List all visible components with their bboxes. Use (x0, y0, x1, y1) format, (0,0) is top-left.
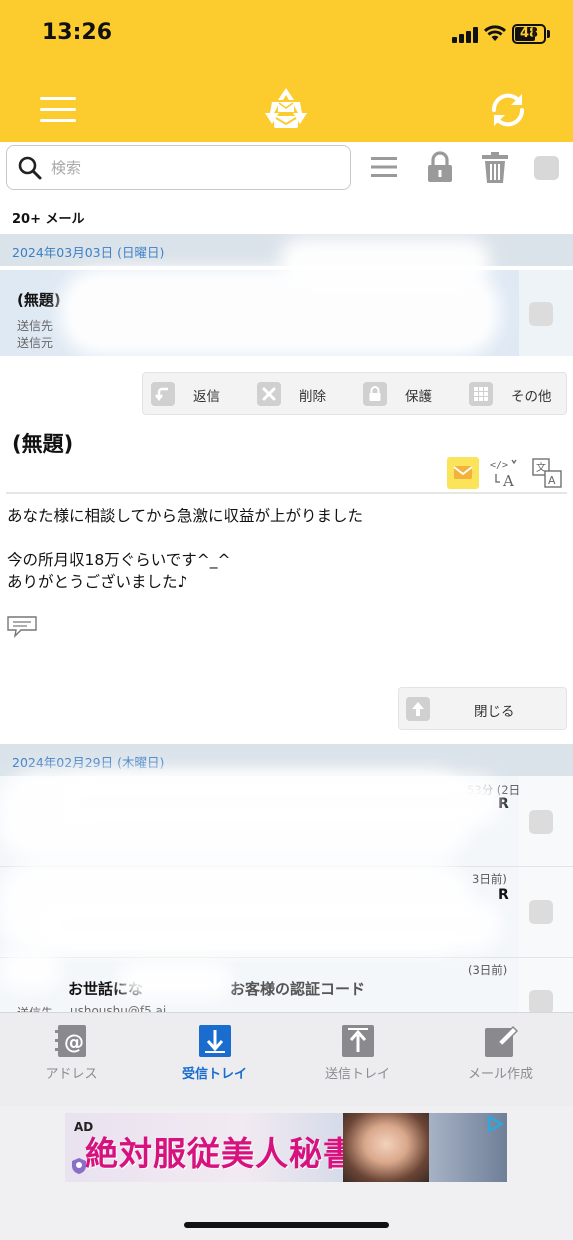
mail-to-label: 送信先 (17, 319, 54, 333)
ad-choices-icon[interactable] (486, 1115, 504, 1133)
search-icon (18, 156, 42, 180)
app-header: 13:26 48 48 (0, 0, 573, 142)
message-body: あなた様に相談してから急激に収益が上がりました 今の所月収18万ぐらいです^_^… (7, 507, 364, 591)
tab-inbox[interactable]: 受信トレイ (143, 1019, 286, 1099)
search-input[interactable] (51, 154, 341, 182)
redaction (40, 900, 500, 950)
menu-icon[interactable] (40, 97, 78, 123)
mail-count: 20+ メール (12, 212, 85, 227)
tab-outbox-label: 送信トレイ (324, 1067, 390, 1082)
message-action-bar: 返信 削除 保護 その他 (142, 372, 567, 415)
comment-icon[interactable] (7, 614, 37, 638)
status-time: 13:26 (42, 20, 113, 45)
close-label: 閉じる (474, 704, 515, 720)
ad-image (343, 1113, 429, 1182)
protect-label: 保護 (405, 389, 432, 405)
tab-inbox-label: 受信トレイ (181, 1067, 247, 1082)
more-label: その他 (511, 389, 552, 405)
source-code-icon[interactable]: </> A (488, 456, 522, 490)
redaction (120, 962, 230, 998)
svg-text:A: A (502, 472, 514, 490)
wifi-icon (484, 25, 506, 41)
mail-from-label: 送信元 (17, 336, 54, 350)
cellular-signal-icon (452, 27, 478, 43)
redaction (0, 950, 60, 990)
recycle-logo-icon (265, 88, 307, 128)
mail-subject-end: お客様の認証コード (230, 980, 366, 998)
date-header-label: 2024年02月29日 (木曜日) (12, 755, 165, 770)
tab-outbox[interactable]: 送信トレイ (286, 1019, 429, 1099)
shield-icon (72, 1158, 86, 1174)
inbox-icon (199, 1025, 231, 1057)
delete-label: 削除 (299, 389, 326, 405)
reply-icon (151, 382, 175, 406)
address-book-icon: @ (55, 1025, 86, 1057)
mail-time: 3日前) (472, 872, 507, 886)
mail-subject: (無題) (17, 291, 61, 309)
search-box[interactable] (6, 145, 351, 190)
ad-headline: 絶対服従美人秘書 (85, 1134, 357, 1173)
grid-icon (469, 382, 493, 406)
tab-address[interactable]: @ アドレス (0, 1019, 143, 1099)
message-title: (無題) (12, 432, 74, 456)
row-checkbox[interactable] (529, 302, 553, 326)
battery-icon: 48 48 (512, 24, 546, 44)
outbox-icon (342, 1025, 374, 1057)
select-all-checkbox[interactable] (534, 156, 559, 180)
date-header-label: 2024年03月03日 (日曜日) (12, 245, 165, 260)
tab-compose[interactable]: メール作成 (429, 1019, 572, 1099)
list-icon[interactable] (368, 150, 400, 184)
message-divider (6, 492, 567, 494)
tab-bar: @ アドレス 受信トレイ 送信トレイ メール作成 (0, 1012, 573, 1106)
mail-header-icon[interactable] (446, 456, 480, 490)
redaction (280, 238, 490, 284)
reply-label: 返信 (193, 389, 220, 405)
trash-icon[interactable] (479, 150, 511, 184)
delete-icon (257, 382, 281, 406)
tab-compose-label: メール作成 (467, 1067, 533, 1082)
ad-banner[interactable]: AD 絶対服従美人秘書 (65, 1113, 507, 1182)
translate-icon[interactable]: 文 A (530, 456, 564, 490)
lock-icon[interactable] (424, 150, 456, 184)
close-button[interactable]: 閉じる (398, 687, 567, 730)
refresh-icon[interactable] (486, 88, 530, 132)
mail-time: (3日前) (468, 963, 508, 977)
arrow-up-icon (406, 697, 430, 721)
compose-icon (485, 1025, 519, 1057)
home-indicator (184, 1222, 389, 1228)
tab-address-label: アドレス (45, 1067, 98, 1082)
redaction (60, 776, 500, 826)
mail-subject-trail: R (498, 887, 509, 903)
row-checkbox[interactable] (529, 810, 553, 834)
svg-text:@: @ (64, 1030, 84, 1054)
svg-text:</>: </> (490, 460, 508, 471)
lock-icon (363, 382, 387, 406)
row-checkbox[interactable] (529, 990, 553, 1014)
mail-row[interactable]: (3日前) お世話にな お客様の認証コード 送信先 ushoushu@f5.ai (0, 958, 519, 1020)
svg-text:A: A (548, 474, 556, 487)
row-checkbox[interactable] (529, 900, 553, 924)
